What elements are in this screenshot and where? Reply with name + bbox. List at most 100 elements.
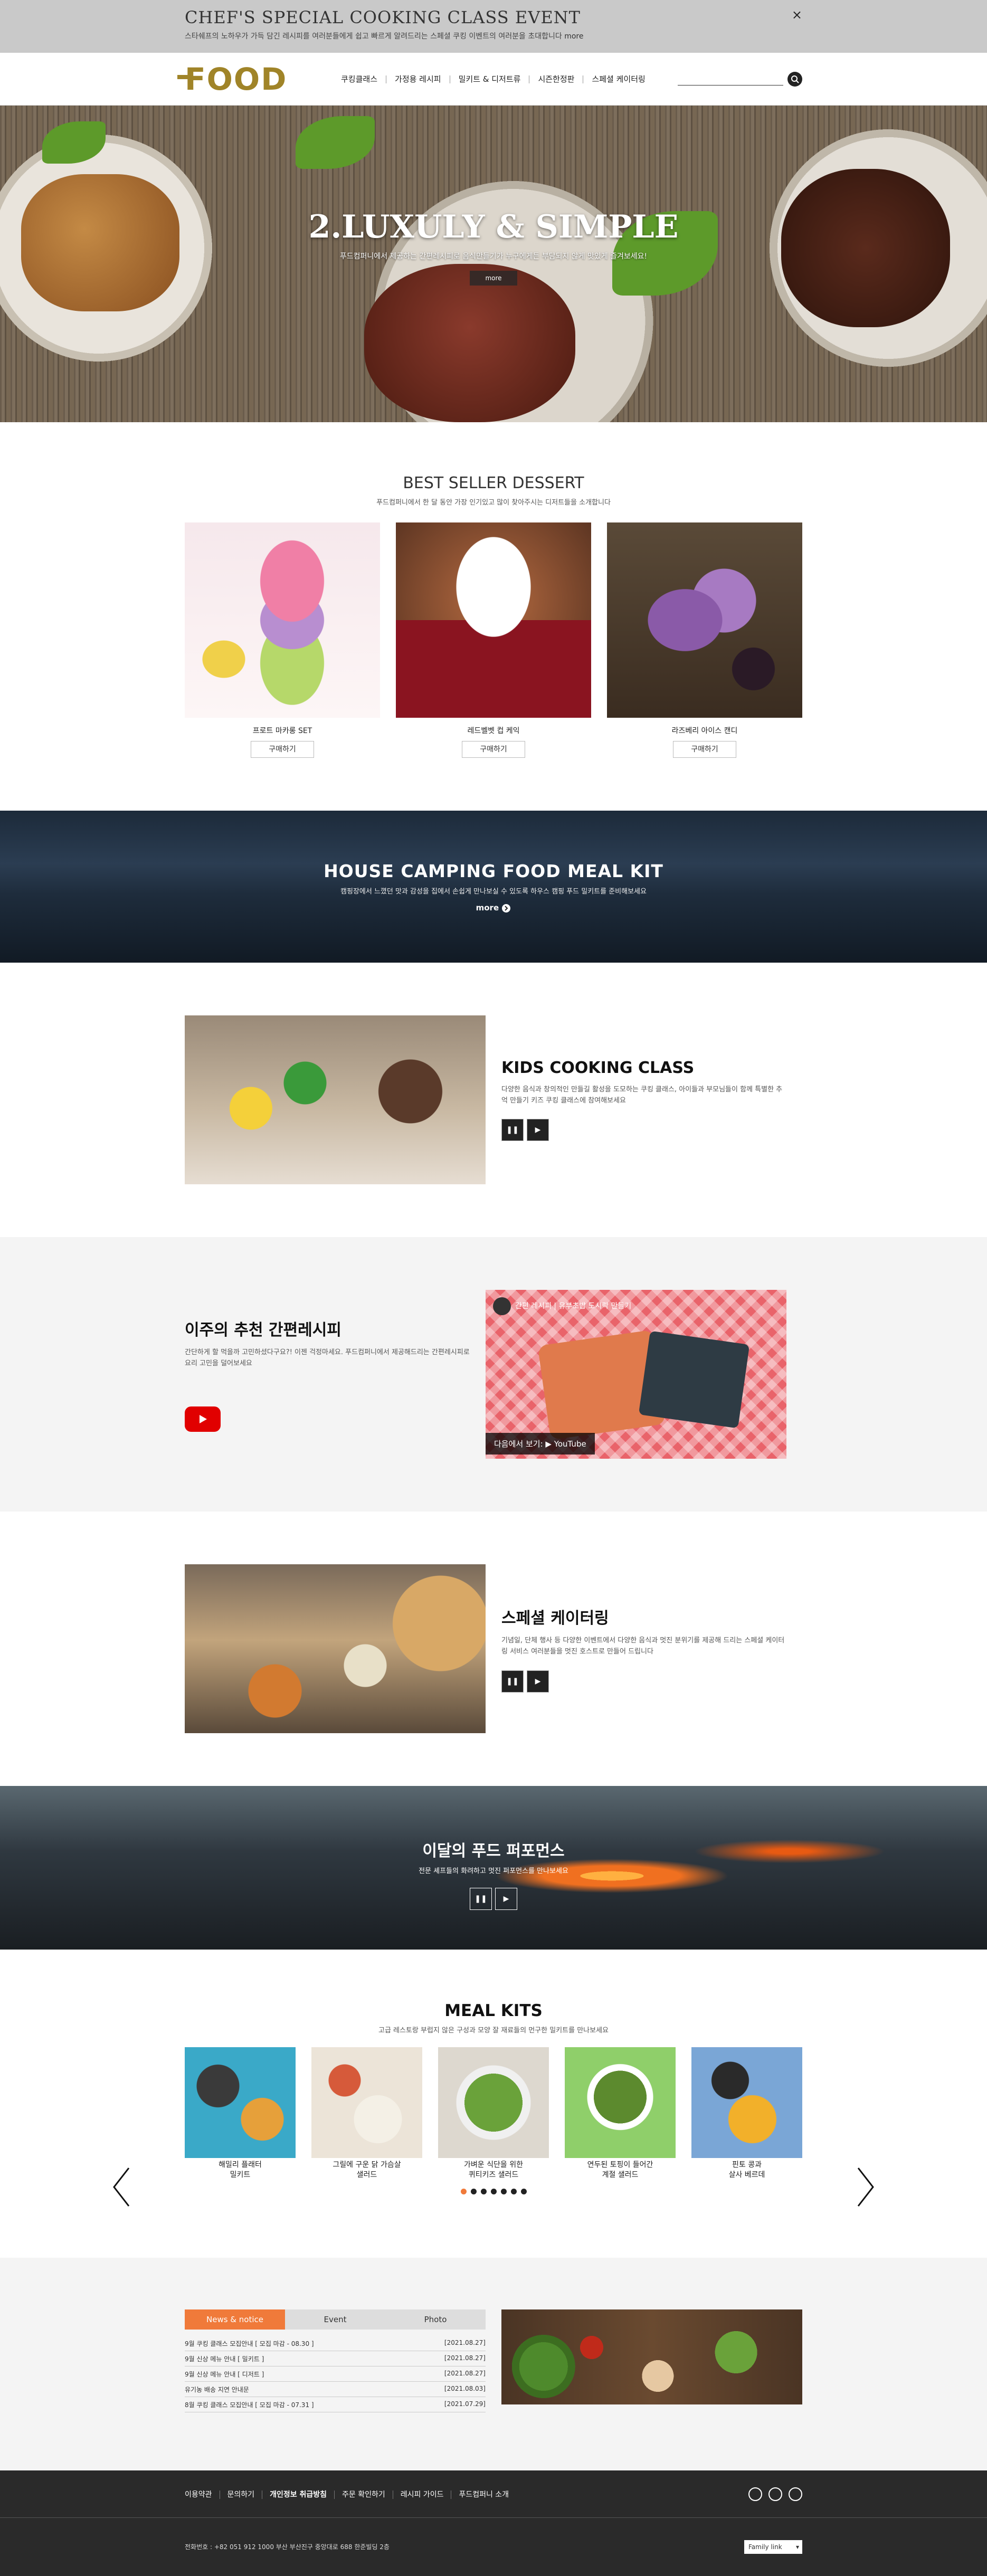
news-section: News & notice Event Photo 9월 쿠킹 클래스 모집안내… bbox=[0, 2257, 987, 2470]
news-photo bbox=[501, 2309, 802, 2404]
meal-kits-section: MEAL KITS 고급 레스토랑 부럽지 않은 구성과 모양 잘 재료들의 먼… bbox=[0, 1950, 987, 2258]
hero-leaf bbox=[296, 116, 375, 169]
list-item[interactable]: 9월 신상 메뉴 안내 [ 디저트 ] [2021.08.27] bbox=[185, 2366, 486, 2382]
camping-banner: HOUSE CAMPING FOOD MEAL KIT 캠핑장에서 느꼈던 맛과… bbox=[0, 811, 987, 963]
kids-section: KIDS COOKING CLASS 다양한 음식과 창의적인 만들길 활성을 … bbox=[0, 963, 987, 1237]
badge-icon[interactable] bbox=[789, 2487, 802, 2501]
close-icon[interactable]: × bbox=[792, 7, 802, 22]
slide-controls: ❚❚ ▶ bbox=[501, 1119, 786, 1142]
section-title: BEST SELLER DESSERT bbox=[403, 474, 584, 492]
pagination-dot[interactable] bbox=[490, 2188, 497, 2194]
pause-icon[interactable]: ❚❚ bbox=[501, 1670, 524, 1693]
pagination-dot[interactable] bbox=[470, 2188, 477, 2194]
product-image[interactable] bbox=[396, 522, 591, 718]
footer-links: 이용약관 문의하기 개인정보 취급방침 주문 확인하기 레시피 가이드 푸드컴퍼니 소개 bbox=[185, 2489, 516, 2499]
pagination-dot[interactable] bbox=[520, 2188, 527, 2194]
footer-link-terms[interactable]: 이용약관 bbox=[185, 2490, 220, 2499]
search-button[interactable] bbox=[787, 72, 802, 87]
meal-kit-list: 해밀리 플래터 밀키트 그릴에 구운 닭 가슴살 샐러드 가벼운 식단을 위한 … bbox=[185, 2047, 802, 2180]
hero-food-image bbox=[364, 264, 575, 422]
meal-kit-card[interactable]: 해밀리 플래터 밀키트 bbox=[185, 2047, 296, 2180]
catering-title: 스페셜 케이터링 bbox=[501, 1609, 609, 1628]
play-icon[interactable]: ▶ bbox=[527, 1119, 549, 1142]
play-icon[interactable]: ▶ bbox=[527, 1670, 549, 1693]
hero-desc: 푸드컴퍼니에서 제공하는 간편레시피로 음식만들기가 누구에게든 부담되지 않게… bbox=[339, 252, 648, 261]
nav-item-season[interactable]: 시즌한정판 bbox=[529, 75, 584, 83]
list-item[interactable]: 9월 신상 메뉴 안내 [ 밀키트 ] [2021.08.27] bbox=[185, 2351, 486, 2366]
hero-more-button[interactable]: more bbox=[470, 271, 517, 286]
list-item[interactable]: 8월 쿠킹 클래스 모집안내 [ 모집 마감 - 07.31 ] [2021.07… bbox=[185, 2397, 486, 2412]
search-input[interactable] bbox=[678, 73, 783, 85]
recipe-desc: 간단하게 할 먹을까 고민하셨다구요?! 이젠 걱정마세요. 푸드컴퍼니에서 제… bbox=[185, 1348, 470, 1367]
camping-more-link[interactable]: more bbox=[0, 903, 987, 913]
notice-list: 9월 쿠킹 클래스 모집안내 [ 모집 마감 - 08.30 ] [2021.08… bbox=[185, 2336, 486, 2412]
play-icon[interactable]: ▶ bbox=[495, 1888, 517, 1910]
kids-image bbox=[185, 1015, 486, 1184]
best-seller-section: BEST SELLER DESSERT 푸드컴퍼니에서 한 달 동안 가장 인기… bbox=[0, 422, 987, 811]
meal-kit-image bbox=[565, 2047, 676, 2158]
recipe-section: 이주의 추천 간편레시피 간단하게 할 먹을까 고민하셨다구요?! 이젠 걱정마… bbox=[0, 1237, 987, 1512]
slide-controls: ❚❚ ▶ bbox=[501, 1670, 786, 1693]
next-arrow-icon[interactable] bbox=[855, 2166, 876, 2208]
instagram-icon[interactable] bbox=[748, 2487, 762, 2501]
nav-item-cooking-class[interactable]: 쿠킹클래스 bbox=[333, 75, 387, 83]
buy-button[interactable]: 구매하기 bbox=[251, 741, 314, 758]
meal-kit-card[interactable]: 연두된 토핑이 들어간 계절 샐러드 bbox=[565, 2047, 676, 2180]
channel-avatar bbox=[493, 1297, 511, 1315]
pagination-dot[interactable] bbox=[480, 2188, 487, 2194]
footer-link-contact[interactable]: 문의하기 bbox=[220, 2490, 263, 2499]
buy-button[interactable]: 구매하기 bbox=[462, 741, 525, 758]
nav-item-mealkit-dessert[interactable]: 밀키트 & 디저트류 bbox=[450, 75, 530, 83]
event-banner-desc: 스타쉐프의 노하우가 가득 담긴 레시피를 여러분들에게 쉽고 빠르게 알려드리… bbox=[185, 32, 584, 41]
product-image[interactable] bbox=[185, 522, 380, 718]
product-name: 라즈베리 아이스 캔디 bbox=[671, 727, 738, 735]
meal-kit-card[interactable]: 핀토 콩과 살사 베르데 bbox=[691, 2047, 802, 2180]
hero-leaf bbox=[42, 121, 106, 164]
kids-desc: 다양한 음식과 창의적인 만들길 활성을 도모하는 쿠킹 클래스, 아이들과 부… bbox=[501, 1085, 783, 1105]
meal-kit-card[interactable]: 가벼운 식단을 위한 퀴티키즈 샐러드 bbox=[438, 2047, 549, 2180]
pause-icon[interactable]: ❚❚ bbox=[501, 1119, 524, 1142]
main-nav: 쿠킹클래스 가정용 레시피 밀키트 & 디저트류 시즌한정판 스페셜 케이터링 bbox=[333, 75, 654, 83]
hero-slider: 2.LUXULY & SIMPLE 푸드컴퍼니에서 제공하는 간편레시피로 음식… bbox=[0, 106, 987, 422]
footer-link-recipe-guide[interactable]: 레시피 가이드 bbox=[393, 2490, 452, 2499]
footer-link-privacy[interactable]: 개인정보 취급방침 bbox=[262, 2490, 335, 2499]
product-name: 레드벨벳 컵 케익 bbox=[467, 727, 520, 735]
event-banner: CHEF'S SPECIAL COOKING CLASS EVENT 스타쉐프의… bbox=[0, 0, 987, 53]
event-more-link[interactable]: more bbox=[564, 32, 583, 41]
tab-photo[interactable]: Photo bbox=[385, 2309, 486, 2330]
footer-address: 전화번호 : +82 051 912 1000 부산 부산진구 중앙대로 688… bbox=[185, 2543, 390, 2551]
watch-on-youtube[interactable]: 다음에서 보기: ▶ YouTube bbox=[486, 1433, 595, 1455]
catering-image bbox=[185, 1564, 486, 1733]
pagination-dot[interactable] bbox=[510, 2188, 517, 2194]
camping-title: HOUSE CAMPING FOOD MEAL KIT bbox=[324, 861, 663, 881]
meal-kit-card[interactable]: 그릴에 구운 닭 가슴살 샐러드 bbox=[311, 2047, 422, 2180]
perf-title: 이달의 푸드 퍼포먼스 bbox=[422, 1842, 565, 1860]
talk-icon[interactable] bbox=[768, 2487, 782, 2501]
video-title[interactable]: 간편 레시피 | 유부초밥 도시락 만들기 bbox=[515, 1300, 631, 1311]
prev-arrow-icon[interactable] bbox=[111, 2166, 132, 2208]
youtube-video[interactable]: 간편 레시피 | 유부초밥 도시락 만들기 다음에서 보기: ▶ YouTube bbox=[486, 1290, 786, 1459]
logo[interactable]: FOOD bbox=[177, 61, 311, 97]
slide-controls: ❚❚ ▶ bbox=[0, 1888, 987, 1910]
tab-event[interactable]: Event bbox=[285, 2309, 385, 2330]
pause-icon[interactable]: ❚❚ bbox=[470, 1888, 492, 1910]
nav-item-home-recipe[interactable]: 가정용 레시피 bbox=[386, 75, 450, 83]
list-item[interactable]: 9월 쿠킹 클래스 모집안내 [ 모집 마감 - 08.30 ] [2021.08… bbox=[185, 2336, 486, 2351]
family-link-select[interactable]: Family link bbox=[744, 2540, 802, 2554]
recipe-title: 이주의 추천 간편레시피 bbox=[185, 1321, 341, 1340]
pagination-dot[interactable] bbox=[500, 2188, 507, 2194]
footer-link-about[interactable]: 푸드컴퍼니 소개 bbox=[451, 2491, 516, 2499]
tab-news[interactable]: News & notice bbox=[185, 2309, 285, 2330]
section-subtitle: 푸드컴퍼니에서 한 달 동안 가장 인기있고 많이 찾아주시는 디저트들을 소개… bbox=[376, 499, 611, 507]
nav-item-catering[interactable]: 스페셜 케이터링 bbox=[583, 75, 653, 83]
youtube-icon[interactable] bbox=[185, 1406, 221, 1432]
buy-button[interactable]: 구매하기 bbox=[673, 741, 736, 758]
pagination-dot[interactable] bbox=[460, 2188, 467, 2194]
list-item[interactable]: 유기농 배송 지연 안내문 [2021.08.03] bbox=[185, 2382, 486, 2397]
product-image[interactable] bbox=[607, 522, 802, 718]
slider-pagination bbox=[185, 2188, 802, 2194]
kids-title: KIDS COOKING CLASS bbox=[501, 1058, 695, 1077]
event-banner-title: CHEF'S SPECIAL COOKING CLASS EVENT bbox=[185, 7, 581, 27]
footer-link-order[interactable]: 주문 확인하기 bbox=[334, 2490, 393, 2499]
site-footer: 이용약관 문의하기 개인정보 취급방침 주문 확인하기 레시피 가이드 푸드컴퍼니 소개 … bbox=[0, 2470, 987, 2576]
